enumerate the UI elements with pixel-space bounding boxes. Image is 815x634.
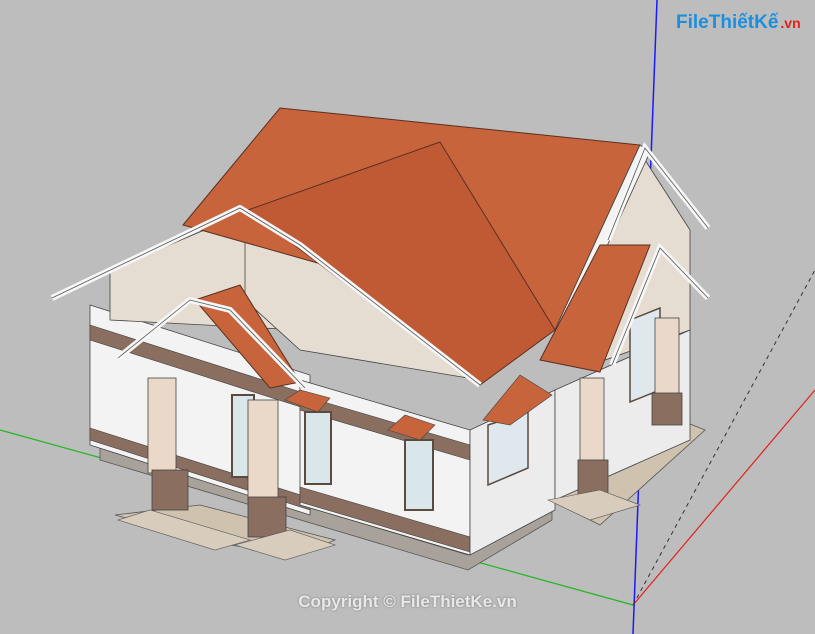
filethietke-logo: File ThiếtKế .vn [676, 12, 801, 34]
copyright-watermark: Copyright © FileThietKe.vn [298, 592, 517, 611]
logo-brand-text: ThiếtKế [708, 12, 779, 33]
3d-viewport[interactable] [0, 0, 815, 634]
logo-tld-text: .vn [780, 15, 801, 31]
logo-file-text: File [676, 12, 709, 33]
